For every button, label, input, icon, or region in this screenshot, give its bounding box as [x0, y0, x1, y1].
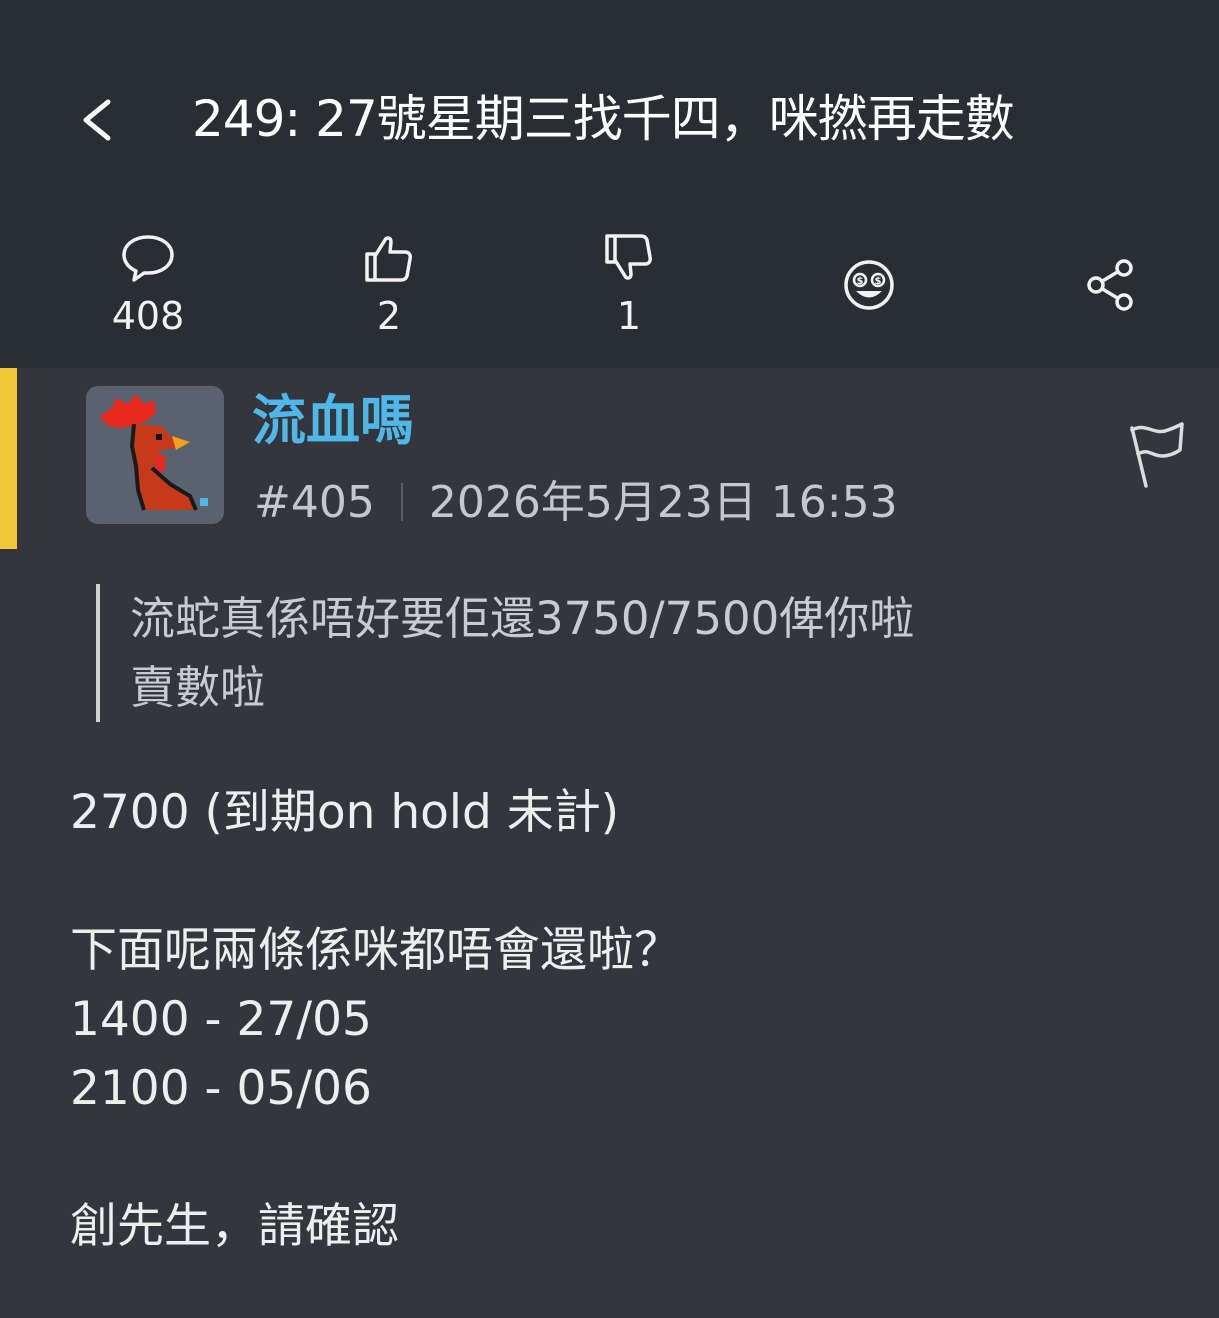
like-button[interactable]: 2	[319, 232, 459, 342]
rooster-avatar-icon	[100, 394, 208, 511]
post-body-line: 2100 - 05/06	[70, 1061, 372, 1116]
meta-divider	[400, 483, 403, 521]
back-button[interactable]	[70, 88, 126, 152]
comment-count-button[interactable]: 408	[78, 232, 218, 342]
report-button[interactable]	[1124, 420, 1188, 492]
reaction-button[interactable]: $ $	[834, 250, 904, 320]
money-eyes-face-icon: $ $	[844, 260, 894, 310]
post-body-line: 2700 (到期on hold 未計)	[70, 785, 620, 840]
thread-title: 249: 27號星期三找千四，咪撚再走數	[192, 90, 1015, 148]
thumbs-down-icon	[605, 234, 652, 280]
thread-header: 249: 27號星期三找千四，咪撚再走數 408 2 1 $ $	[0, 0, 1219, 368]
quoted-reply: 流蛇真係唔好要佢還3750/7500俾你啦 賣數啦	[96, 584, 1130, 722]
post-timestamp: 2026年5月23日 16:53	[428, 477, 898, 528]
svg-text:$: $	[875, 276, 882, 287]
quote-line: 賣數啦	[130, 661, 266, 714]
dislike-button[interactable]: 1	[559, 232, 699, 342]
post-body-line: 創先生，請確認	[70, 1199, 399, 1254]
flag-icon	[1130, 422, 1184, 488]
dislike-count: 1	[616, 294, 642, 338]
avatar[interactable]	[86, 386, 224, 524]
share-button[interactable]	[1076, 250, 1146, 320]
share-icon	[1087, 259, 1133, 311]
quote-line: 流蛇真係唔好要佢還3750/7500俾你啦	[130, 592, 915, 645]
post-body-line: 1400 - 27/05	[70, 992, 372, 1047]
post-meta: #405 2026年5月23日 16:53	[254, 474, 898, 532]
speech-bubble-icon	[122, 235, 174, 282]
post-highlight-bar	[0, 368, 17, 549]
comment-count: 408	[111, 294, 185, 338]
chevron-left-icon	[83, 99, 111, 141]
svg-text:$: $	[857, 276, 864, 287]
post-body-line: 下面呢兩條係咪都唔會還啦？	[70, 923, 681, 978]
like-count: 2	[376, 294, 402, 338]
post-number: #405	[254, 477, 375, 528]
thumbs-up-icon	[365, 236, 412, 282]
author-name[interactable]: 流血嗎	[252, 386, 414, 456]
